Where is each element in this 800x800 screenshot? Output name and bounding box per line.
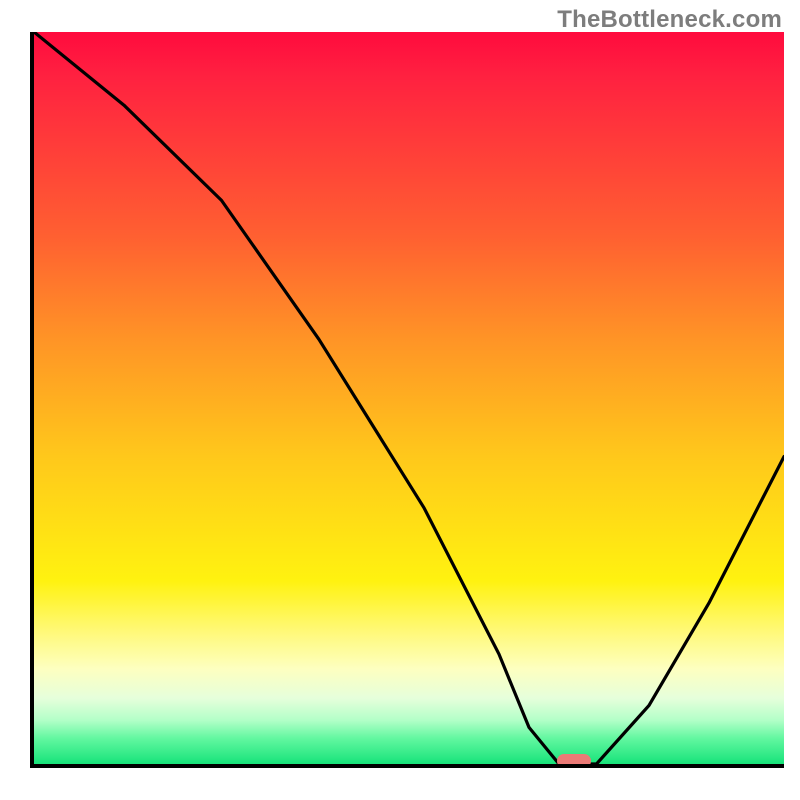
chart-frame: TheBottleneck.com: [0, 0, 800, 800]
curve-path: [34, 32, 784, 764]
minimum-marker: [557, 754, 591, 768]
watermark-text: TheBottleneck.com: [557, 6, 782, 34]
plot-area: [30, 32, 784, 768]
bottleneck-curve: [34, 32, 784, 764]
